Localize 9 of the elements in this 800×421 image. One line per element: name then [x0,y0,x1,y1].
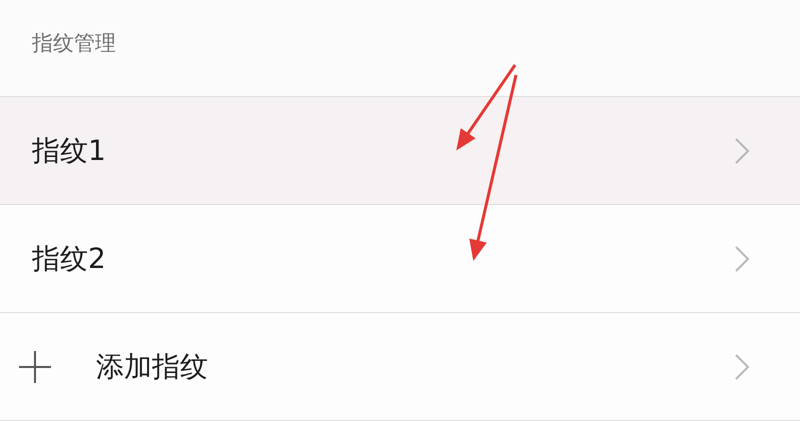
section-title: 指纹管理 [32,30,116,57]
chevron-icon [734,136,750,164]
chevron-icon [734,352,750,380]
plus-icon [18,350,52,384]
chevron-icon [734,244,750,272]
row-label: 指纹2 [32,240,107,276]
row-label: 添加指纹 [96,348,209,384]
row-label: 指纹1 [32,132,107,168]
fingerprint-row[interactable]: 指纹1 [0,97,800,205]
